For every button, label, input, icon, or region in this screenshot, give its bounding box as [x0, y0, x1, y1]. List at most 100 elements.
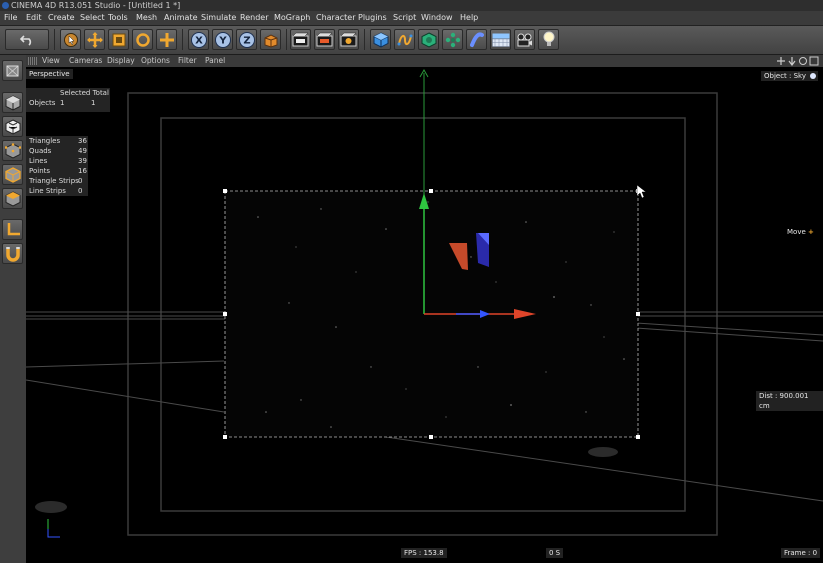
menu-character[interactable]: Character [316, 11, 356, 25]
rotate-button[interactable] [132, 29, 153, 50]
points-mode-button[interactable] [2, 140, 23, 161]
undo-button[interactable] [5, 29, 49, 50]
render-settings-button[interactable] [338, 29, 359, 50]
stat-value: 36 [78, 137, 87, 145]
stat-value: 49 [78, 147, 87, 155]
viewport-nav-icons[interactable] [776, 56, 820, 66]
viewport-grip [28, 57, 38, 65]
mouse-cursor-icon [636, 184, 647, 199]
viewport-menu-cameras[interactable]: Cameras [69, 55, 102, 67]
edges-mode-button[interactable] [2, 164, 23, 185]
nurbs-button[interactable] [418, 29, 439, 50]
axis-mode-button[interactable] [2, 219, 23, 240]
menu-tools[interactable]: Tools [108, 11, 128, 25]
blur-spot-right [588, 447, 618, 457]
camera-icon [517, 33, 532, 46]
main-toolbar: X Y Z [0, 26, 823, 55]
menu-window[interactable]: Window [421, 11, 453, 25]
objects-selected: 1 [60, 99, 65, 107]
render-view-icon [292, 32, 309, 47]
scale-button[interactable] [108, 29, 129, 50]
texture-mode-button[interactable] [2, 116, 23, 137]
y-axis-icon: Y [214, 31, 231, 48]
menu-script[interactable]: Script [393, 11, 416, 25]
menu-help[interactable]: Help [460, 11, 478, 25]
camera-distance-label: Dist : 900.001 cm [756, 391, 823, 411]
menu-mograph[interactable]: MoGraph [274, 11, 310, 25]
x-axis-icon: X [190, 31, 207, 48]
camera-button[interactable] [514, 29, 535, 50]
magnet-button[interactable] [2, 243, 23, 264]
live-selection-button[interactable] [60, 29, 81, 50]
active-tool-label: Move + [784, 227, 817, 237]
rotate-icon [135, 32, 150, 47]
texture-mode-icon [5, 118, 20, 135]
geometry-stats-panel: Triangles 36 Quads 49 Lines 39 Points 16 Tri… [26, 136, 88, 196]
polygons-mode-button[interactable] [2, 188, 23, 209]
perspective-viewport[interactable]: Perspective Selected Total Objects 1 1 T… [26, 67, 823, 563]
move-small-icon: + [808, 228, 814, 236]
menu-file[interactable]: File [4, 11, 17, 25]
model-mode-icon [5, 94, 20, 111]
menu-mesh[interactable]: Mesh [136, 11, 157, 25]
make-editable-icon [6, 65, 19, 77]
floor-button[interactable] [490, 29, 511, 50]
x-axis-label: X [195, 35, 203, 46]
axis-mode-icon [7, 222, 20, 235]
stat-value: 0 [78, 187, 83, 195]
make-editable-button[interactable] [2, 60, 23, 81]
active-tool-text: Move [787, 228, 806, 236]
left-tool-palette [0, 55, 27, 563]
cube-icon [373, 31, 388, 48]
menu-create[interactable]: Create [48, 11, 75, 25]
cube-button[interactable] [370, 29, 391, 50]
magnet-icon [5, 246, 20, 262]
y-axis-lock-button[interactable]: Y [212, 29, 233, 50]
menu-edit[interactable]: Edit [26, 11, 42, 25]
polygons-mode-icon [5, 190, 20, 207]
objects-label: Objects [29, 99, 56, 107]
stat-value: 39 [78, 157, 87, 165]
model-mode-button[interactable] [2, 92, 23, 113]
spline-button[interactable] [394, 29, 415, 50]
viewport-menu-panel[interactable]: Panel [205, 55, 225, 67]
z-axis-lock-button[interactable]: Z [236, 29, 257, 50]
coordinate-system-button[interactable] [260, 29, 281, 50]
undo-icon [20, 34, 32, 46]
selection-stats-panel: Selected Total Objects 1 1 [26, 88, 110, 112]
stat-label: Line Strips [29, 187, 66, 195]
stat-label: Points [29, 167, 51, 175]
move-button[interactable] [84, 29, 105, 50]
z-axis-icon: Z [238, 31, 255, 48]
menu-simulate[interactable]: Simulate [201, 11, 236, 25]
coordinate-system-icon [264, 33, 277, 48]
nurbs-icon [421, 31, 436, 48]
viewport-menu-filter[interactable]: Filter [178, 55, 197, 67]
time-readout: 0 S [546, 548, 564, 558]
menu-select[interactable]: Select [80, 11, 105, 25]
deformer-button[interactable] [466, 29, 487, 50]
render-picture-viewer-button[interactable] [314, 29, 335, 50]
render-view-button[interactable] [290, 29, 311, 50]
deformer-icon [469, 32, 484, 47]
menu-plugins[interactable]: Plugins [358, 11, 387, 25]
menu-animate[interactable]: Animate [164, 11, 198, 25]
y-axis-label: Y [218, 35, 227, 46]
array-button[interactable] [442, 29, 463, 50]
edges-mode-icon [4, 166, 21, 183]
render-settings-icon [340, 32, 357, 47]
recent-tool-button[interactable] [156, 29, 177, 50]
viewport-menu-view[interactable]: View [42, 55, 60, 67]
recent-tool-icon [159, 32, 174, 47]
x-axis-lock-button[interactable]: X [188, 29, 209, 50]
array-icon [445, 32, 460, 47]
active-object-text: Object : Sky [764, 72, 806, 80]
spline-icon [397, 34, 412, 45]
render-picture-viewer-icon [316, 32, 333, 47]
light-button[interactable] [538, 29, 559, 50]
viewport-camera-label[interactable]: Perspective [26, 69, 73, 79]
viewport-menu-options[interactable]: Options [141, 55, 170, 67]
viewport-scene [26, 68, 823, 538]
viewport-menu-display[interactable]: Display [107, 55, 135, 67]
menu-render[interactable]: Render [240, 11, 268, 25]
